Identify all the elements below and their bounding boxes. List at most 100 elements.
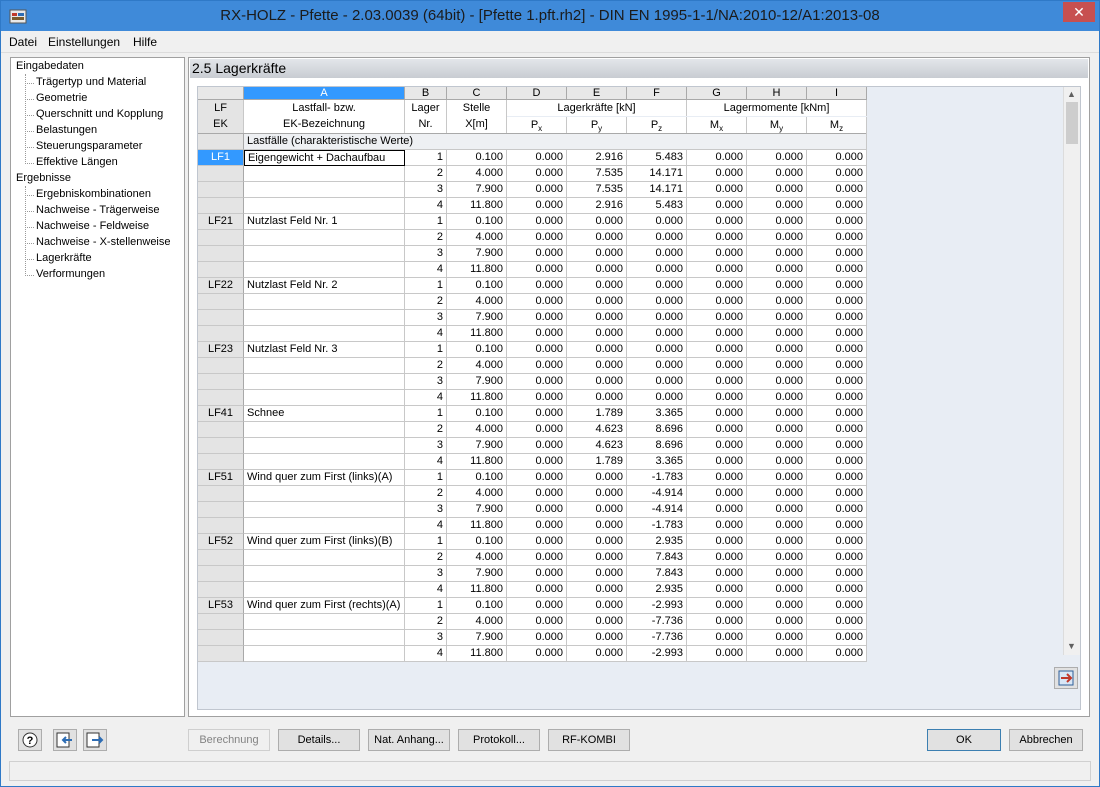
table-cell[interactable]: 0.000 <box>687 486 747 502</box>
table-cell[interactable]: 7.900 <box>447 630 507 646</box>
table-cell[interactable]: 0.000 <box>567 326 627 342</box>
table-cell[interactable] <box>244 630 405 646</box>
table-cell[interactable] <box>244 614 405 630</box>
table-cell[interactable]: 0.000 <box>747 598 807 614</box>
table-cell[interactable]: 7.535 <box>567 182 627 198</box>
table-cell[interactable]: 4.000 <box>447 294 507 310</box>
nav-group-0[interactable]: Eingabedaten <box>16 60 84 72</box>
table-cell[interactable]: 7.900 <box>447 502 507 518</box>
rf-kombi-button[interactable]: RF-KOMBI <box>548 729 630 751</box>
table-cell[interactable]: 0.000 <box>747 198 807 214</box>
scroll-down-icon[interactable]: ▼ <box>1067 641 1076 651</box>
table-cell[interactable]: 0.000 <box>507 166 567 182</box>
table-cell[interactable]: 0.000 <box>747 422 807 438</box>
table-cell[interactable] <box>244 486 405 502</box>
table-cell[interactable]: 2.916 <box>567 150 627 166</box>
table-cell[interactable]: 0.000 <box>747 262 807 278</box>
table-cell[interactable]: 11.800 <box>447 326 507 342</box>
table-cell[interactable] <box>244 502 405 518</box>
table-cell[interactable]: 0.000 <box>687 438 747 454</box>
table-cell[interactable]: 0.000 <box>507 374 567 390</box>
table-cell[interactable]: 0.000 <box>507 214 567 230</box>
table-cell[interactable]: 0.000 <box>567 518 627 534</box>
table-cell[interactable]: 0.000 <box>687 502 747 518</box>
table-cell[interactable]: 0.000 <box>807 630 867 646</box>
row-header[interactable] <box>198 582 244 598</box>
column-header-D[interactable]: D <box>507 87 567 100</box>
table-cell[interactable]: 0.000 <box>807 326 867 342</box>
table-cell[interactable] <box>244 294 405 310</box>
table-cell[interactable]: 0.000 <box>747 342 807 358</box>
table-cell[interactable]: 0.000 <box>507 614 567 630</box>
table-cell[interactable]: 0.000 <box>507 630 567 646</box>
table-cell[interactable]: 0.100 <box>447 342 507 358</box>
table-cell[interactable]: 4 <box>405 390 447 406</box>
table-cell[interactable]: -4.914 <box>627 502 687 518</box>
table-cell[interactable]: 0.100 <box>447 278 507 294</box>
import-button[interactable] <box>83 729 107 751</box>
nav-item[interactable]: Trägertyp und Material <box>25 76 146 88</box>
table-cell[interactable]: 0.000 <box>747 326 807 342</box>
table-cell[interactable] <box>244 246 405 262</box>
table-cell[interactable]: 0.000 <box>807 438 867 454</box>
table-cell[interactable]: 0.000 <box>567 486 627 502</box>
column-header-E[interactable]: E <box>567 87 627 100</box>
table-cell[interactable]: 4.623 <box>567 438 627 454</box>
table-cell[interactable]: 4 <box>405 326 447 342</box>
table-cell[interactable]: 0.000 <box>807 598 867 614</box>
row-header[interactable] <box>198 614 244 630</box>
table-cell[interactable] <box>244 358 405 374</box>
table-cell[interactable]: 0.100 <box>447 150 507 166</box>
table-cell[interactable]: 4 <box>405 198 447 214</box>
table-cell[interactable]: 0.000 <box>687 598 747 614</box>
table-cell[interactable]: 0.000 <box>507 230 567 246</box>
table-cell[interactable]: 2.935 <box>627 582 687 598</box>
close-button[interactable]: ✕ <box>1063 2 1095 22</box>
table-cell[interactable]: 0.000 <box>747 518 807 534</box>
row-header[interactable] <box>198 486 244 502</box>
table-cell[interactable]: 0.000 <box>807 150 867 166</box>
table-cell[interactable]: 4.000 <box>447 486 507 502</box>
table-cell[interactable]: 0.000 <box>807 470 867 486</box>
export-button[interactable] <box>53 729 77 751</box>
row-header[interactable]: LF53 <box>198 598 244 614</box>
table-cell[interactable]: 2 <box>405 294 447 310</box>
table-cell[interactable]: 0.000 <box>807 166 867 182</box>
table-cell[interactable]: 0.000 <box>807 294 867 310</box>
table-cell[interactable]: 0.000 <box>567 390 627 406</box>
table-cell[interactable]: 3 <box>405 182 447 198</box>
table-cell[interactable]: 0.000 <box>507 326 567 342</box>
nav-item[interactable]: Effektive Längen <box>25 156 118 168</box>
table-cell[interactable]: 0.000 <box>687 182 747 198</box>
table-cell[interactable]: 5.483 <box>627 150 687 166</box>
row-header[interactable] <box>198 438 244 454</box>
table-cell[interactable] <box>244 374 405 390</box>
table-cell[interactable]: 0.000 <box>807 230 867 246</box>
table-cell[interactable]: 11.800 <box>447 646 507 662</box>
loadcase-name[interactable]: Nutzlast Feld Nr. 3 <box>244 342 405 358</box>
table-cell[interactable]: 7.843 <box>627 566 687 582</box>
table-cell[interactable] <box>244 230 405 246</box>
table-cell[interactable]: 0.000 <box>507 550 567 566</box>
menu-datei[interactable]: Datei <box>9 35 37 49</box>
table-cell[interactable]: 0.000 <box>687 390 747 406</box>
table-cell[interactable] <box>244 182 405 198</box>
table-cell[interactable]: 4 <box>405 646 447 662</box>
table-cell[interactable]: 0.000 <box>627 390 687 406</box>
table-cell[interactable]: 4 <box>405 454 447 470</box>
nav-item[interactable]: Querschnitt und Kopplung <box>25 108 163 120</box>
row-header[interactable] <box>198 310 244 326</box>
table-cell[interactable]: 0.000 <box>627 230 687 246</box>
table-cell[interactable]: 0.000 <box>687 454 747 470</box>
table-cell[interactable]: 0.000 <box>687 422 747 438</box>
table-cell[interactable]: 0.000 <box>567 582 627 598</box>
table-cell[interactable] <box>244 390 405 406</box>
table-cell[interactable]: 5.483 <box>627 198 687 214</box>
table-cell[interactable]: 0.000 <box>507 470 567 486</box>
table-cell[interactable]: 0.000 <box>807 502 867 518</box>
row-header[interactable]: LF22 <box>198 278 244 294</box>
menu-einstellungen[interactable]: Einstellungen <box>48 35 120 49</box>
row-header[interactable] <box>198 326 244 342</box>
table-cell[interactable]: 8.696 <box>627 422 687 438</box>
table-cell[interactable]: 4.000 <box>447 358 507 374</box>
